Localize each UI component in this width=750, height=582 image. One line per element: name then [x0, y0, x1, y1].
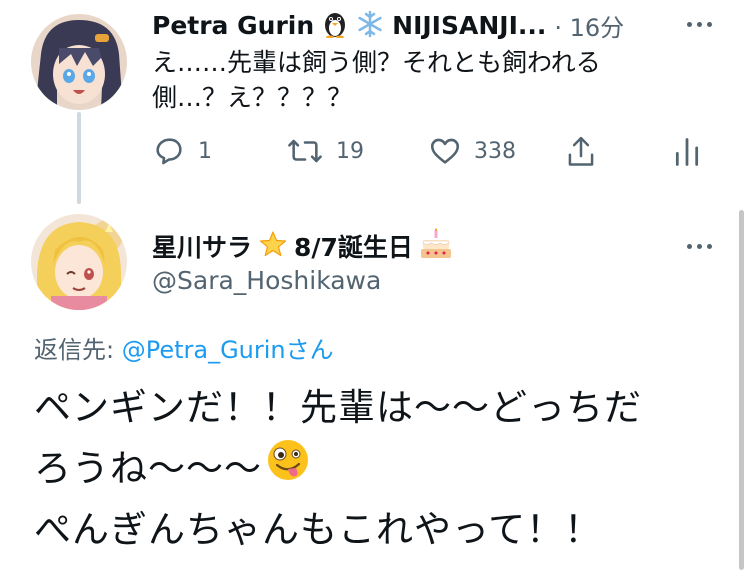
thread-connector-line: [77, 112, 81, 204]
like-button[interactable]: 338: [428, 134, 516, 168]
tweet1-text: え……先輩は飼う側？それとも飼われる 側…？え？？？？: [152, 45, 601, 115]
tweet2-line1: ペンギンだ！！先輩は〜〜どっちだ: [34, 386, 642, 429]
scrollbar[interactable]: [739, 210, 744, 570]
analytics-button[interactable]: [672, 134, 702, 170]
more-options-icon[interactable]: [687, 22, 712, 27]
reply-suffix: さん: [285, 336, 334, 364]
analytics-icon: [675, 138, 699, 166]
avatar-petra[interactable]: [31, 14, 127, 110]
reply-to-link[interactable]: @Petra_Gurin: [122, 336, 286, 364]
reply-prefix: 返信先:: [34, 336, 122, 364]
reply-icon: [156, 138, 182, 165]
name-suffix: 8/7誕生日: [294, 233, 413, 262]
avatar-sara[interactable]: [31, 214, 127, 310]
display-name[interactable]: Petra Gurin: [152, 11, 314, 40]
tweet1-line1: え……先輩は飼う側？それとも飼われる: [152, 48, 601, 77]
tweet2-line2-row: ろうね〜〜〜: [34, 438, 642, 500]
more-options-icon[interactable]: [687, 244, 712, 249]
retweet-count: 19: [336, 138, 364, 164]
zany-face-emoji-icon: [266, 438, 310, 500]
retweet-icon: [288, 139, 322, 163]
like-count: 338: [474, 138, 516, 164]
reply-context: 返信先: @Petra_Gurinさん: [34, 330, 334, 365]
retweet-button[interactable]: 19: [286, 134, 364, 168]
name-suffix: NIJISANJI...: [392, 11, 547, 40]
blonde-girl-avatar-icon: [31, 214, 127, 310]
glowing-star-emoji-icon: [258, 229, 288, 263]
share-button[interactable]: [564, 134, 598, 170]
user-handle[interactable]: @Sara_Hoshikawa: [152, 266, 381, 295]
tweet1-header: Petra Gurin NIJISANJI... · 16分: [152, 8, 692, 43]
tweet2-text: ペンギンだ！！先輩は〜〜どっちだ ろうね〜〜〜 ぺんぎんちゃんもこれやって！！: [34, 378, 642, 560]
snowflake-emoji-icon: [356, 10, 384, 42]
tweet2-header: 星川サラ 8/7誕生日: [152, 228, 453, 264]
penguin-girl-avatar-icon: [31, 14, 127, 110]
tweet1-line2: 側…？え？？？？: [152, 83, 353, 112]
tweet2-line2: ろうね〜〜〜: [34, 447, 262, 490]
tweet2-line3: ぺんぎんちゃんもこれやって！！: [34, 508, 603, 551]
display-name[interactable]: 星川サラ: [152, 228, 252, 264]
reply-button[interactable]: 1: [152, 134, 212, 168]
heart-icon: [430, 138, 460, 164]
tweet-time[interactable]: · 16分: [554, 8, 624, 43]
share-icon: [568, 136, 594, 166]
penguin-emoji-icon: [322, 10, 348, 42]
birthday-cake-emoji-icon: [419, 228, 453, 264]
reply-count: 1: [198, 138, 212, 164]
